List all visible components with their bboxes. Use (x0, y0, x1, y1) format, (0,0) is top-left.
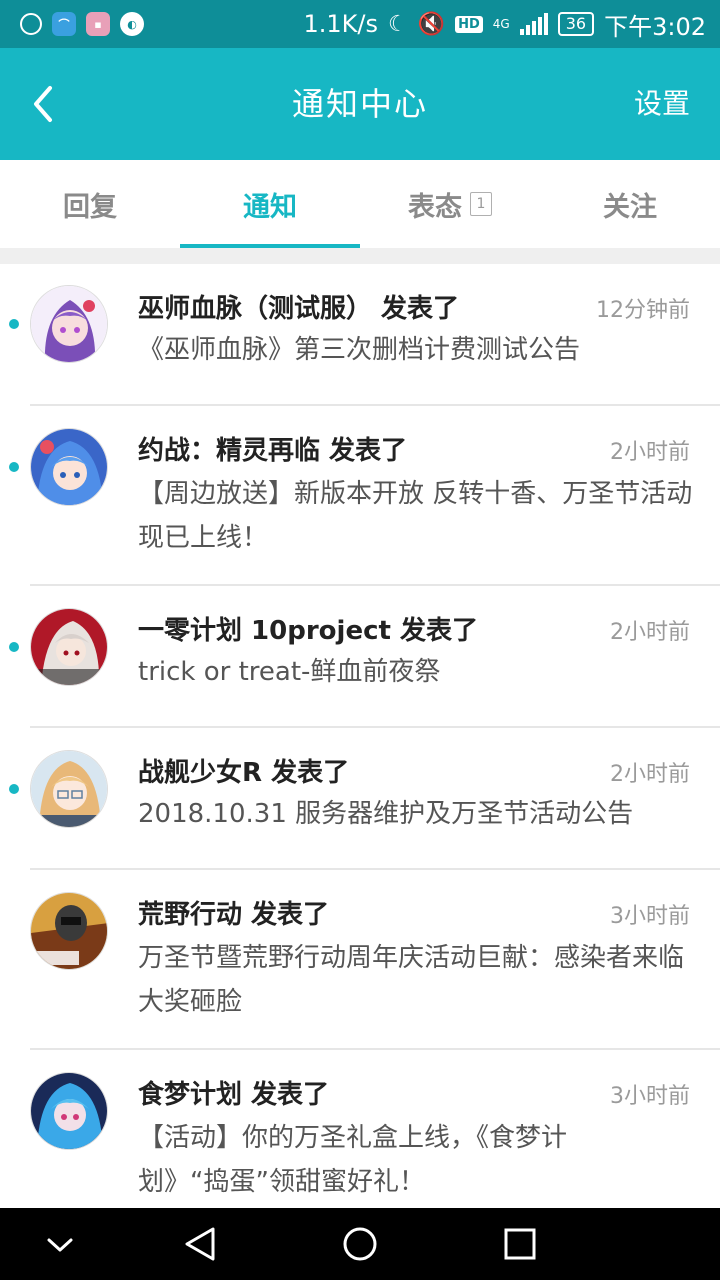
item-time: 2小时前 (610, 440, 690, 465)
navigation-bar (0, 1208, 720, 1280)
home-nav-button[interactable] (320, 1208, 400, 1280)
tab-following[interactable]: 关注 (540, 160, 720, 248)
app-bar: 通知中心 设置 (0, 48, 720, 160)
unread-dot (9, 784, 19, 794)
list-item[interactable]: 一零计划 10project 发表了 2小时前 trick or treat-鲜… (0, 586, 720, 728)
tab-label: 关注 (603, 191, 657, 223)
avatar[interactable] (30, 1072, 108, 1150)
settings-button[interactable]: 设置 (634, 48, 690, 160)
recents-nav-button[interactable] (480, 1208, 560, 1280)
net-speed: 1.1K/s (303, 10, 378, 38)
unread-dot (9, 319, 19, 329)
item-title: 荒野行动 发表了 (138, 900, 330, 930)
hd-badge: HD (455, 15, 483, 33)
item-time: 2小时前 (610, 762, 690, 787)
item-body: 2018.10.31 服务器维护及万圣节活动公告 (138, 799, 634, 829)
battery-icon: 36 (557, 12, 595, 36)
item-body: 【活动】你的万圣礼盒上线，《食梦计划》“捣蛋”领甜蜜好礼！ (138, 1123, 568, 1197)
app-q-icon: ◐ (120, 12, 144, 36)
item-body: trick or treat-鲜血前夜祭 (138, 657, 441, 687)
status-bar: ⌒ ▪ ◐ 1.1K/s ☾ 🔇 HD 4G 36 下午3:02 (0, 0, 720, 48)
item-title: 巫师血脉（测试服） 发表了 (138, 294, 460, 324)
signal-icon (519, 13, 548, 35)
unread-dot (9, 642, 19, 652)
hide-nav-button[interactable] (20, 1208, 100, 1280)
network-type: 4G (492, 17, 510, 31)
clock-icon (20, 13, 42, 35)
list-item[interactable]: 约战：精灵再临 发表了 2小时前 【周边放送】新版本开放 反转十香、万圣节活动现… (0, 406, 720, 586)
mute-icon: 🔇 (417, 11, 446, 37)
item-body: 【周边放送】新版本开放 反转十香、万圣节活动现已上线！ (138, 479, 693, 553)
avatar[interactable] (30, 608, 108, 686)
unread-dot (9, 462, 19, 472)
clock-time: 下午3:02 (604, 12, 706, 41)
tab-bar: 回复 通知 表态 1 关注 (0, 160, 720, 248)
list-item[interactable]: 食梦计划 发表了 3小时前 【活动】你的万圣礼盒上线，《食梦计划》“捣蛋”领甜蜜… (0, 1050, 720, 1208)
item-title: 食梦计划 发表了 (138, 1080, 330, 1110)
avatar[interactable] (30, 428, 108, 506)
item-title: 一零计划 10project 发表了 (138, 616, 478, 646)
list-item[interactable]: 荒野行动 发表了 3小时前 万圣节暨荒野行动周年庆活动巨献：感染者来临 大奖砸脸 (0, 870, 720, 1050)
item-body: 万圣节暨荒野行动周年庆活动巨献：感染者来临 大奖砸脸 (138, 943, 685, 1017)
page-title: 通知中心 (291, 85, 428, 123)
item-time: 2小时前 (610, 620, 690, 645)
moon-icon: ☾ (387, 11, 408, 37)
notification-list: 巫师血脉（测试服） 发表了 12分钟前 《巫师血脉》第三次删档计费测试公告 约战… (0, 264, 720, 1208)
square-recents-icon (504, 1228, 536, 1260)
item-time: 3小时前 (610, 904, 690, 929)
avatar[interactable] (30, 892, 108, 970)
avatar[interactable] (30, 750, 108, 828)
tab-label: 通知 (243, 191, 297, 223)
circle-home-icon (343, 1227, 377, 1261)
app-pink-icon: ▪ (86, 12, 110, 36)
item-time: 3小时前 (610, 1084, 690, 1109)
status-bar-right: 1.1K/s ☾ 🔇 HD 4G 36 下午3:02 (303, 7, 706, 42)
list-item[interactable]: 巫师血脉（测试服） 发表了 12分钟前 《巫师血脉》第三次删档计费测试公告 (0, 264, 720, 406)
tab-badge: 1 (470, 192, 492, 216)
status-bar-left: ⌒ ▪ ◐ (20, 12, 144, 36)
tab-label: 表态 (408, 191, 462, 223)
item-time: 12分钟前 (596, 298, 690, 323)
tab-replies[interactable]: 回复 (0, 160, 180, 248)
chevron-down-icon (47, 1238, 73, 1252)
item-title: 约战：精灵再临 发表了 (138, 436, 408, 466)
back-nav-button[interactable] (160, 1208, 240, 1280)
app-blue-icon: ⌒ (52, 12, 76, 36)
separator (0, 248, 720, 264)
tab-label: 回复 (63, 191, 117, 223)
tab-notifications[interactable]: 通知 (180, 160, 360, 248)
item-body: 《巫师血脉》第三次删档计费测试公告 (138, 335, 581, 365)
tab-reactions[interactable]: 表态 1 (360, 160, 540, 248)
list-item[interactable]: 战舰少女R 发表了 2小时前 2018.10.31 服务器维护及万圣节活动公告 (0, 728, 720, 870)
item-title: 战舰少女R 发表了 (138, 758, 350, 788)
avatar[interactable] (30, 285, 108, 363)
triangle-back-icon (185, 1227, 215, 1261)
